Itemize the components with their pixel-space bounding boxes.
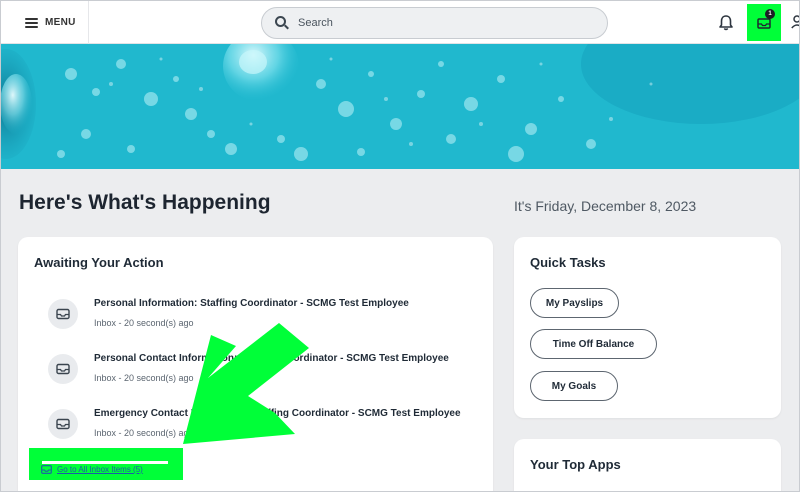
highlight-mark [42, 461, 168, 464]
inbox-count-badge: 1 [765, 9, 775, 19]
menu-label: MENU [45, 17, 76, 28]
user-icon[interactable] [791, 14, 799, 30]
inbox-tray-icon [48, 299, 78, 329]
banner-image [1, 44, 799, 169]
inbox-task-item[interactable]: Emergency Contact Information: Staffing … [48, 408, 488, 453]
quick-tasks-title: Quick Tasks [530, 255, 606, 270]
task-meta: Inbox - 20 second(s) ago [94, 428, 194, 438]
inbox-tray-icon [48, 409, 78, 439]
bell-icon[interactable] [716, 13, 736, 33]
date-text: It's Friday, December 8, 2023 [514, 198, 697, 214]
hamburger-icon [25, 17, 38, 28]
go-to-all-inbox-label[interactable]: Go to All Inbox Items (5) [57, 465, 143, 474]
inbox-button[interactable]: 1 [747, 4, 781, 41]
top-apps-card: Your Top Apps [514, 439, 781, 491]
task-title[interactable]: Personal Information: Staffing Coordinat… [94, 298, 409, 309]
top-apps-title: Your Top Apps [530, 457, 621, 472]
search-placeholder: Search [298, 17, 333, 29]
my-goals-button[interactable]: My Goals [530, 371, 618, 401]
awaiting-action-title: Awaiting Your Action [34, 255, 164, 270]
page-title: Here's What's Happening [19, 191, 271, 214]
top-navigation-bar: MENU Search 1 [1, 1, 799, 44]
inbox-icon [41, 465, 52, 474]
task-meta: Inbox - 20 second(s) ago [94, 373, 194, 383]
time-off-balance-button[interactable]: Time Off Balance [530, 329, 657, 359]
search-icon [275, 16, 289, 30]
task-title[interactable]: Personal Contact Information: Staffing C… [94, 353, 449, 364]
task-meta: Inbox - 20 second(s) ago [94, 318, 194, 328]
go-to-all-inbox-link[interactable]: Go to All Inbox Items (5) [41, 465, 143, 474]
my-payslips-button[interactable]: My Payslips [530, 288, 619, 318]
search-input[interactable]: Search [261, 7, 608, 39]
inbox-tray-icon [48, 354, 78, 384]
quick-tasks-card: Quick Tasks My Payslips Time Off Balance… [514, 237, 781, 418]
workday-home-screen: MENU Search 1 Here's What's Happening It… [0, 0, 800, 492]
inbox-task-item[interactable]: Personal Information: Staffing Coordinat… [48, 298, 488, 343]
menu-button[interactable]: MENU [1, 1, 89, 44]
link-highlight [29, 448, 183, 480]
task-title[interactable]: Emergency Contact Information: Staffing … [94, 408, 461, 419]
inbox-task-item[interactable]: Personal Contact Information: Staffing C… [48, 353, 488, 398]
